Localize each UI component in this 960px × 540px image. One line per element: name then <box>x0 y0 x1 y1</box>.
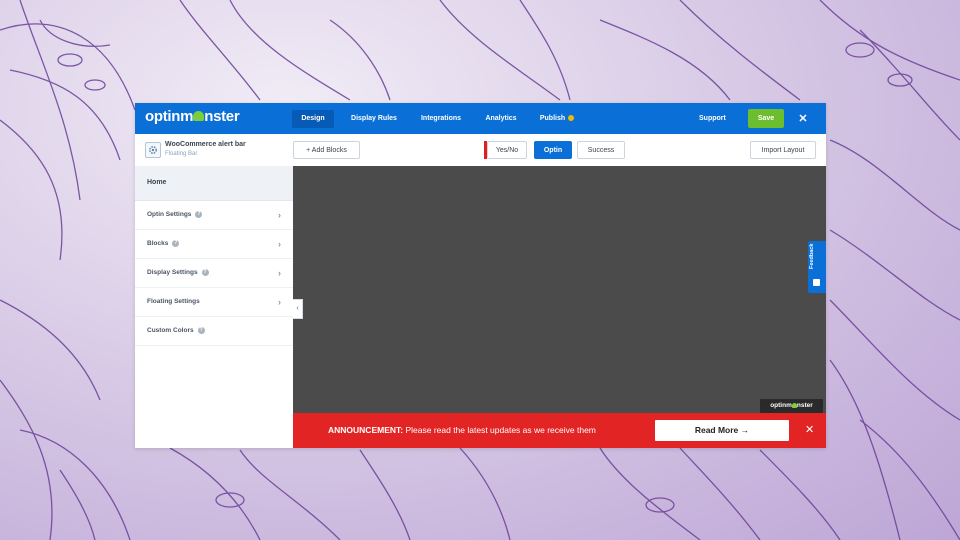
collapse-sidebar-button[interactable]: ‹ <box>293 299 303 319</box>
monster-icon <box>193 111 205 122</box>
help-icon[interactable]: ? <box>197 326 205 334</box>
announcement-text: ANNOUNCEMENT: Please read the latest upd… <box>328 425 596 435</box>
view-yes-no-button[interactable]: Yes/No <box>487 141 527 159</box>
close-icon[interactable]: ✕ <box>797 110 809 128</box>
sidebar-item-blocks[interactable]: Blocks? › <box>135 230 293 259</box>
top-nav-bar: optinm nster Design Display Rules Integra… <box>135 103 826 134</box>
publish-status-icon <box>568 115 575 122</box>
sidebar-item-optin-settings[interactable]: Optin Settings? › <box>135 201 293 230</box>
campaign-type: Floating Bar <box>165 151 198 157</box>
nav-tab-publish[interactable]: Publish <box>533 110 581 128</box>
optinmonster-logo: optinm nster <box>145 108 240 125</box>
close-icon[interactable]: ✕ <box>805 413 814 448</box>
settings-sidebar: Home Optin Settings? › Blocks? › Display… <box>135 166 294 448</box>
chevron-right-icon: › <box>278 297 281 307</box>
optinmonster-badge[interactable]: optinm nster <box>760 399 823 413</box>
help-icon[interactable]: ? <box>172 239 180 247</box>
builder-toolbar: WooCommerce alert bar Floating Bar + Add… <box>135 134 826 167</box>
save-button[interactable]: Save <box>748 109 784 128</box>
chevron-right-icon: › <box>278 268 281 278</box>
view-optin-button[interactable]: Optin <box>534 141 572 159</box>
chevron-right-icon: › <box>278 239 281 249</box>
sidebar-item-custom-colors[interactable]: Custom Colors? <box>135 317 293 346</box>
feedback-icon <box>813 279 820 286</box>
nav-tab-design[interactable]: Design <box>292 110 334 128</box>
help-icon[interactable]: ? <box>201 268 209 276</box>
optinmonster-builder-window: optinm nster Design Display Rules Integra… <box>135 103 826 448</box>
campaign-settings-button[interactable] <box>145 142 161 158</box>
support-link[interactable]: Support <box>699 110 726 128</box>
preview-canvas <box>293 166 826 448</box>
nav-tab-display-rules[interactable]: Display Rules <box>343 110 405 128</box>
sidebar-item-display-settings[interactable]: Display Settings? › <box>135 259 293 288</box>
campaign-name: WooCommerce alert bar <box>165 141 246 148</box>
gear-icon <box>149 146 157 154</box>
import-layout-button[interactable]: Import Layout <box>750 141 816 159</box>
sidebar-home[interactable]: Home <box>135 166 293 201</box>
feedback-tab[interactable]: Feedback <box>808 241 826 293</box>
add-blocks-button[interactable]: + Add Blocks <box>293 141 360 159</box>
nav-tab-integrations[interactable]: Integrations <box>413 110 469 128</box>
chevron-right-icon: › <box>278 210 281 220</box>
help-icon[interactable]: ? <box>195 210 203 218</box>
sidebar-item-floating-settings[interactable]: Floating Settings › <box>135 288 293 317</box>
announcement-bar: ANNOUNCEMENT: Please read the latest upd… <box>293 413 826 448</box>
read-more-button[interactable]: Read More → <box>655 420 789 441</box>
view-success-button[interactable]: Success <box>577 141 625 159</box>
nav-tab-analytics[interactable]: Analytics <box>479 110 523 128</box>
